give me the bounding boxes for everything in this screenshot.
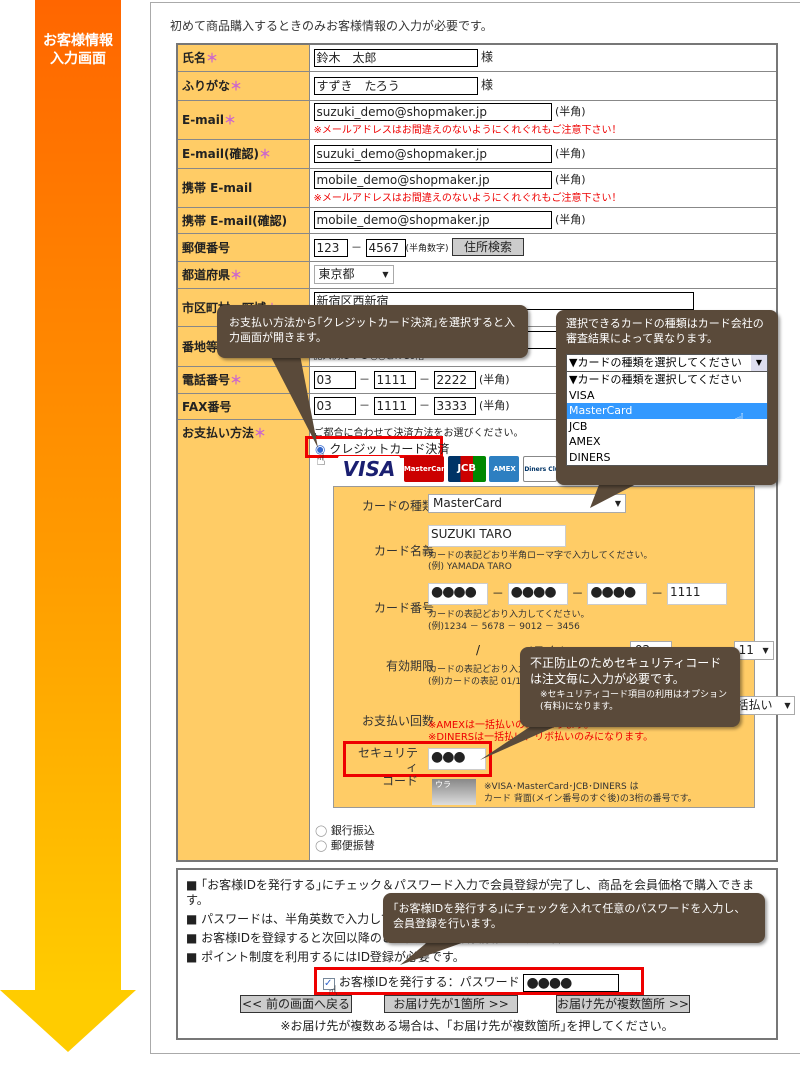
pointer-payment (270, 355, 318, 448)
tooltip-card-types-text: 選択できるカードの種類はカード会社の審査結果によって異なります。 (566, 317, 764, 345)
chevron-down-icon[interactable]: ▼ (751, 355, 767, 371)
tooltip-member: ｢お客様IDを発行する｣にチェックを入れて任意のパスワードを入力し、会員登録を行… (383, 893, 765, 943)
pointer-member (400, 940, 470, 965)
dropdown-option[interactable]: VISA (569, 388, 767, 404)
dropdown-option[interactable]: DINERS (569, 450, 767, 466)
card-dropdown-select[interactable]: ▼カードの種類を選択してください ▼ (566, 354, 768, 372)
dropdown-option[interactable]: ▼カードの種類を選択してください (569, 372, 767, 388)
pointer-card-type (590, 482, 640, 508)
tooltip-payment: お支払い方法から｢クレジットカード決済｣を選択すると入力画面が開きます。 (217, 305, 528, 358)
tooltip-card-types: 選択できるカードの種類はカード会社の審査結果によって異なります。 ▼カードの種類… (556, 310, 778, 485)
tooltip-security: 不正防止のためセキュリティコードは注文毎に入力が必要です。 ※セキュリティコード… (520, 647, 740, 727)
hand-cursor-icon: ☝ (734, 410, 745, 431)
tooltip-security-main: 不正防止のためセキュリティコードは注文毎に入力が必要です。 (530, 656, 722, 686)
dropdown-option[interactable]: AMEX (569, 434, 767, 450)
card-dropdown-value: ▼カードの種類を選択してください (569, 356, 742, 369)
tooltip-security-sub: ※セキュリティコード項目の利用はオプション(有料)になります。 (540, 690, 728, 712)
